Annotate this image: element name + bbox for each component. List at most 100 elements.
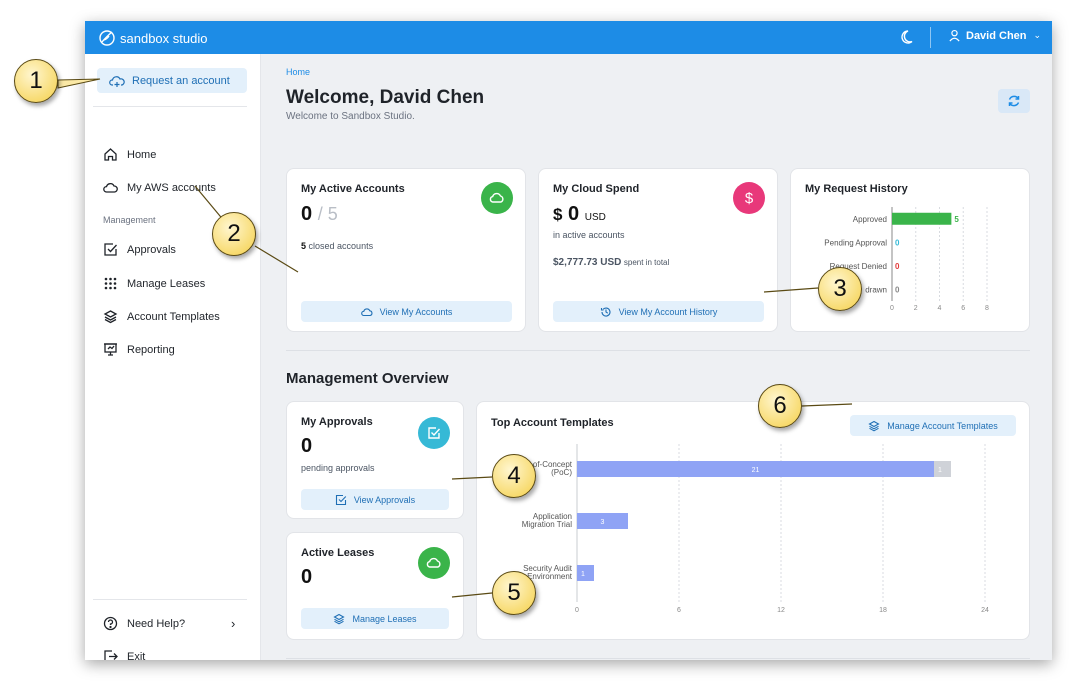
cloud-icon [360, 307, 373, 316]
total-accounts-value: / 5 [317, 204, 338, 224]
approvals-count: 0 [301, 435, 313, 457]
pending-approvals-label: pending approvals [301, 463, 375, 473]
value-label: 0 [895, 285, 900, 294]
approvals-card: My Approvals 0 pending approvals View Ap… [286, 401, 464, 519]
sidebar-item-label: Account Templates [127, 310, 220, 323]
sidebar-item-approvals[interactable]: Approvals [103, 242, 176, 257]
request-account-label: Request an account [132, 74, 230, 87]
x-tick-label: 0 [575, 607, 579, 614]
category-label: (PoC) [551, 468, 572, 477]
closed-count: 5 [301, 241, 307, 251]
checkbox-icon [104, 243, 117, 256]
sidebar-item-need-help[interactable]: Need Help? › [103, 616, 243, 631]
bar[interactable] [892, 212, 952, 225]
card-title: My Cloud Spend [553, 183, 640, 195]
page-subtitle: Welcome to Sandbox Studio. [286, 111, 415, 122]
layers-icon [333, 613, 346, 624]
sidebar-item-label: Approvals [127, 243, 176, 256]
active-count: 0 / 5 [301, 203, 338, 226]
section-divider [286, 658, 1030, 659]
closed-accounts-text: 5 closed accounts [301, 241, 373, 251]
view-my-accounts-button[interactable]: View My Accounts [301, 301, 512, 322]
button-label: View Approvals [353, 494, 416, 505]
callout-5: 5 [492, 571, 536, 615]
callout-1: 1 [14, 59, 58, 103]
user-icon [949, 29, 960, 42]
leases-count: 0 [301, 566, 313, 588]
view-account-history-button[interactable]: View My Account History [553, 301, 764, 322]
button-label: Manage Leases [352, 613, 417, 624]
active-accounts-value: 0 [301, 203, 313, 225]
x-tick-label: 18 [879, 607, 887, 614]
spend-amount: $ 0 USD [553, 203, 606, 226]
sidebar-item-label: Reporting [127, 343, 175, 356]
brand-logo[interactable]: sandbox studio [97, 28, 207, 48]
x-tick-label: 6 [677, 607, 681, 614]
top-templates-card: Top Account Templates Manage Account Tem… [476, 401, 1030, 640]
card-title: Active Leases [301, 547, 375, 559]
manage-leases-button[interactable]: Manage Leases [301, 608, 449, 629]
sidebar-item-account-templates[interactable]: Account Templates [103, 309, 220, 324]
bar-value-label: 1 [581, 571, 585, 578]
category-label: Migration Trial [522, 520, 572, 529]
refresh-button[interactable] [998, 89, 1030, 113]
callout-4: 4 [492, 454, 536, 498]
user-menu[interactable]: David Chen ⌄ [948, 29, 1041, 42]
value-label: 0 [895, 238, 900, 247]
question-circle-icon [103, 616, 118, 631]
cloud-icon [489, 192, 504, 203]
button-label: View My Accounts [379, 306, 453, 317]
card-title: My Approvals [301, 416, 373, 428]
home-icon [104, 148, 117, 161]
card-badge [481, 182, 513, 214]
category-label: Approved [853, 215, 887, 224]
bar-segment[interactable] [934, 461, 951, 477]
button-label: View My Account History [618, 306, 718, 317]
x-tick-label: 4 [938, 305, 942, 312]
request-account-button[interactable]: Request an account [97, 68, 247, 93]
page-title: Welcome, David Chen [286, 87, 485, 108]
layers-icon [103, 310, 118, 324]
total-spend-text: $2,777.73 USD spent in total [553, 257, 669, 268]
moon-icon[interactable] [900, 28, 918, 46]
app-window: sandbox studio David Chen ⌄ Request an a… [85, 21, 1052, 660]
bar-value-label: 3 [601, 519, 605, 526]
callout-3: 3 [818, 267, 862, 311]
category-label: Environment [527, 572, 573, 581]
view-approvals-button[interactable]: View Approvals [301, 489, 449, 510]
callout-6: 6 [758, 384, 802, 428]
chevron-down-icon: ⌄ [1033, 30, 1042, 40]
category-label: Pending Approval [824, 238, 887, 247]
top-bar: sandbox studio David Chen ⌄ [85, 21, 1052, 54]
sidebar-item-home[interactable]: Home [103, 147, 156, 162]
sidebar-item-reporting[interactable]: Reporting [103, 342, 175, 357]
x-tick-label: 12 [777, 607, 785, 614]
checkbox-icon [428, 427, 441, 439]
section-divider [286, 350, 1030, 351]
sidebar-item-exit[interactable]: Exit [103, 649, 145, 660]
screenshot-stage: sandbox studio David Chen ⌄ Request an a… [0, 0, 1080, 689]
sidebar-item-label: Need Help? [127, 617, 186, 630]
card-badge [418, 547, 450, 579]
brand-name: sandbox studio [120, 30, 208, 46]
callout-2: 2 [212, 212, 256, 256]
x-tick-label: 24 [981, 607, 989, 614]
bar-value-label: 21 [752, 467, 760, 474]
main-content: Home Welcome, David Chen Welcome to Sand… [262, 54, 1052, 660]
history-icon [600, 307, 611, 317]
sidebar-item-manage-leases[interactable]: Manage Leases [103, 276, 205, 291]
sidebar-item-label: Manage Leases [127, 277, 206, 290]
active-accounts-card: My Active Accounts 0 / 5 5 closed accoun… [286, 168, 526, 332]
sandbox-logo-icon [99, 30, 115, 46]
sidebar-item-label: Exit [127, 650, 146, 661]
x-tick-label: 8 [985, 305, 989, 312]
spend-note: in active accounts [553, 230, 625, 240]
breadcrumb[interactable]: Home [286, 67, 310, 77]
bar-segment[interactable] [577, 565, 594, 581]
sidebar-item-aws-accounts[interactable]: My AWS accounts [103, 180, 216, 195]
sidebar-item-label: Home [127, 148, 157, 161]
chevron-right-icon: › [231, 616, 236, 631]
currency-symbol: $ [553, 205, 563, 224]
sidebar-divider [93, 106, 247, 107]
exit-icon [104, 650, 118, 660]
